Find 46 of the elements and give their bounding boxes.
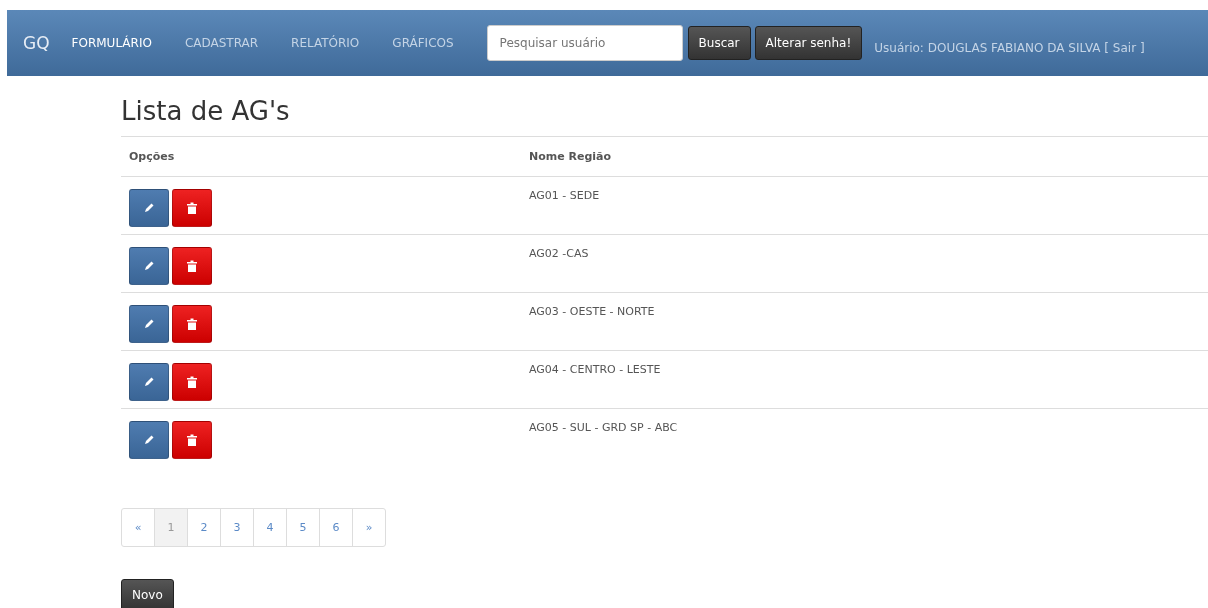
page-title: Lista de AG's xyxy=(121,96,291,126)
edit-button[interactable] xyxy=(129,247,169,285)
edit-button[interactable] xyxy=(129,189,169,227)
table-cell-text: AG04 - CENTRO - LESTE xyxy=(529,362,661,376)
pencil-icon xyxy=(143,318,155,330)
table-cell-text: AG01 - SEDE xyxy=(529,188,600,202)
search-field[interactable]: Pesquisar usuário xyxy=(486,25,683,61)
table-cell-text: AG03 - OESTE - NORTE xyxy=(529,304,655,318)
table-cell-text: AG02 -CAS xyxy=(529,246,589,260)
page-link[interactable]: « xyxy=(122,509,154,546)
column-header: Opções xyxy=(128,150,176,163)
new-button[interactable]: Novo xyxy=(121,579,174,608)
edit-button[interactable] xyxy=(129,363,169,401)
table-cell-text: AG05 - SUL - GRD SP - ABC xyxy=(529,420,678,434)
page-link[interactable]: » xyxy=(352,509,385,546)
user-link[interactable]: Usuário: DOUGLAS FABIANO DA SILVA [ Sair ] xyxy=(874,41,1145,55)
trash-icon xyxy=(187,202,197,214)
page-link[interactable]: 1 xyxy=(154,509,187,546)
trash-icon xyxy=(187,260,197,272)
pencil-icon xyxy=(143,202,155,214)
nav-link[interactable]: FORMULÁRIO xyxy=(71,36,152,50)
pencil-icon xyxy=(143,434,155,446)
delete-button[interactable] xyxy=(172,363,212,401)
delete-button[interactable] xyxy=(172,247,212,285)
page-link[interactable]: 2 xyxy=(187,509,220,546)
column-header: Nome Região xyxy=(529,150,612,163)
nav-link[interactable]: CADASTRAR xyxy=(184,36,259,50)
nav-link[interactable]: GRÁFICOS xyxy=(392,36,454,50)
pencil-icon xyxy=(143,376,155,388)
nav-button[interactable]: Alterar senha! xyxy=(754,26,863,60)
trash-icon xyxy=(187,434,197,446)
page-link[interactable]: 3 xyxy=(220,509,253,546)
edit-button[interactable] xyxy=(129,421,169,459)
nav-button[interactable]: Buscar xyxy=(687,26,751,60)
trash-icon xyxy=(187,318,197,330)
edit-button[interactable] xyxy=(129,305,169,343)
page-link[interactable]: 5 xyxy=(286,509,319,546)
brand-link[interactable]: GQ xyxy=(23,33,50,53)
page-link[interactable]: 6 xyxy=(319,509,352,546)
page-link[interactable]: 4 xyxy=(253,509,286,546)
nav-link[interactable]: RELATÓRIO xyxy=(291,36,360,50)
delete-button[interactable] xyxy=(172,189,212,227)
trash-icon xyxy=(187,376,197,388)
delete-button[interactable] xyxy=(172,305,212,343)
delete-button[interactable] xyxy=(172,421,212,459)
pencil-icon xyxy=(143,260,155,272)
